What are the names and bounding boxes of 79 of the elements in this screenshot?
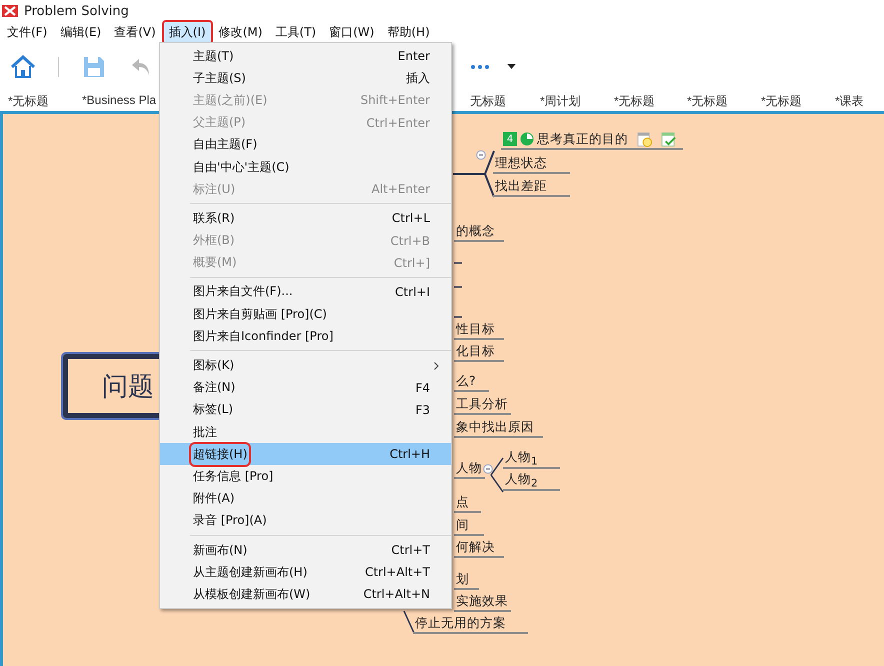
- collapse-icon[interactable]: [476, 150, 486, 160]
- topic-text: 找出差距: [495, 178, 547, 194]
- menu-bar-item[interactable]: 工具(T): [270, 22, 322, 43]
- dropdown-caret-icon[interactable]: [507, 64, 516, 69]
- document-tab[interactable]: 无标题: [470, 93, 506, 110]
- menu-bar-item[interactable]: 查看(V): [109, 22, 161, 43]
- menu-bar-item[interactable]: 编辑(E): [55, 22, 106, 43]
- home-icon[interactable]: [10, 55, 36, 79]
- menu-item[interactable]: 新画布(N) Ctrl+T: [160, 538, 451, 562]
- more-icon[interactable]: [470, 64, 490, 70]
- topic-node[interactable]: 象中找出原因: [454, 418, 543, 438]
- document-tab[interactable]: *课表: [835, 93, 864, 110]
- topic-node[interactable]: 停止无用的方案: [413, 614, 528, 634]
- menu-bar-item[interactable]: 窗口(W): [324, 22, 380, 43]
- topic-text: 点: [456, 494, 469, 510]
- topic-node[interactable]: 的概念: [454, 222, 504, 242]
- document-tab[interactable]: *周计划: [540, 93, 581, 110]
- document-tab[interactable]: *无标题: [761, 93, 802, 110]
- topic-node[interactable]: 划: [454, 570, 479, 590]
- note-icon: [637, 132, 652, 146]
- connector-line: [454, 261, 462, 265]
- connector-line: [490, 457, 504, 493]
- topic-text: 的概念: [456, 222, 495, 240]
- topic-text: 化目标: [456, 342, 495, 360]
- task-icon: [661, 132, 676, 146]
- connector-line: [454, 285, 462, 289]
- menu-item[interactable]: 图片来自剪贴画 [Pro](C): [160, 303, 451, 326]
- menu-item[interactable]: 任务信息 [Pro]: [160, 465, 451, 488]
- menu-item[interactable]: 从模板创建新画布(W) Ctrl+Alt+N: [160, 583, 451, 606]
- topic-text: 象中找出原因: [456, 418, 534, 436]
- menu-bar-item[interactable]: 插入(I): [164, 22, 211, 43]
- topic-node[interactable]: 点: [454, 493, 481, 513]
- document-tab[interactable]: *无标题: [614, 93, 655, 110]
- menu-item[interactable]: 自由'中心'主题(C): [160, 156, 451, 178]
- connector-line: [452, 149, 495, 199]
- topic-text: 停止无用的方案: [415, 614, 506, 632]
- window-title: Problem Solving: [24, 4, 129, 18]
- menu-item[interactable]: 自由主题(F): [160, 134, 451, 156]
- menu-item[interactable]: 主题(T) Enter: [160, 45, 451, 68]
- central-topic-text: 问题: [102, 370, 154, 404]
- connector-line: [454, 315, 462, 319]
- menu-item[interactable]: 附件(A): [160, 488, 451, 510]
- topic-node[interactable]: 理想状态: [493, 154, 570, 174]
- topic-text: 何解决: [456, 538, 495, 556]
- topic-text: 人物$_{1}$: [505, 448, 538, 468]
- menu-bar-item[interactable]: 修改(M): [214, 22, 268, 43]
- menu-item[interactable]: 录音 [Pro](A): [160, 510, 451, 532]
- menu-item[interactable]: 图片来自Iconfinder [Pro]: [160, 325, 451, 348]
- topic-text: 么?: [456, 372, 476, 390]
- topic-node[interactable]: 找出差距: [493, 177, 570, 197]
- document-tab[interactable]: *无标题: [8, 93, 49, 110]
- topic-node[interactable]: 性目标: [454, 320, 504, 340]
- topic-text: 间: [456, 516, 469, 534]
- connector-line: [403, 610, 415, 634]
- menu-item[interactable]: 从主题创建新画布(H) Ctrl+Alt+T: [160, 561, 451, 584]
- topic-text: 思考真正的目的: [537, 130, 628, 148]
- topic-node[interactable]: 人物$_{1}$: [503, 449, 560, 469]
- topic-text: 理想状态: [495, 154, 547, 172]
- topic-node[interactable]: 人物$_{2}$: [503, 471, 560, 491]
- topic-node[interactable]: 么?: [454, 372, 489, 392]
- document-tab[interactable]: *无标题: [687, 93, 728, 110]
- topic-node[interactable]: 4 思考真正的目的: [501, 130, 683, 150]
- topic-node[interactable]: 化目标: [454, 342, 504, 362]
- menu-item[interactable]: 子主题(S) 插入: [160, 67, 451, 90]
- priority-badge: 4: [503, 132, 517, 146]
- collapse-icon[interactable]: [483, 464, 493, 474]
- menu-item[interactable]: 联系(R) Ctrl+L: [160, 207, 451, 230]
- topic-text: 性目标: [456, 320, 495, 338]
- topic-node[interactable]: 间: [454, 516, 484, 536]
- menu-bar-item[interactable]: 文件(F): [2, 22, 52, 43]
- menu-bar-item[interactable]: 帮助(H): [382, 22, 435, 43]
- topic-node[interactable]: 何解决: [454, 538, 504, 558]
- topic-text: 人物$_{2}$: [505, 470, 538, 490]
- progress-pie-icon: [520, 132, 534, 146]
- menu-item[interactable]: 批注: [160, 421, 451, 444]
- menu-item[interactable]: 超链接(H) Ctrl+H: [160, 443, 451, 466]
- menu-item[interactable]: 图片来自文件(F)... Ctrl+I: [160, 280, 451, 304]
- document-tab[interactable]: *Business Pla: [82, 93, 156, 107]
- topic-text: 划: [456, 570, 469, 588]
